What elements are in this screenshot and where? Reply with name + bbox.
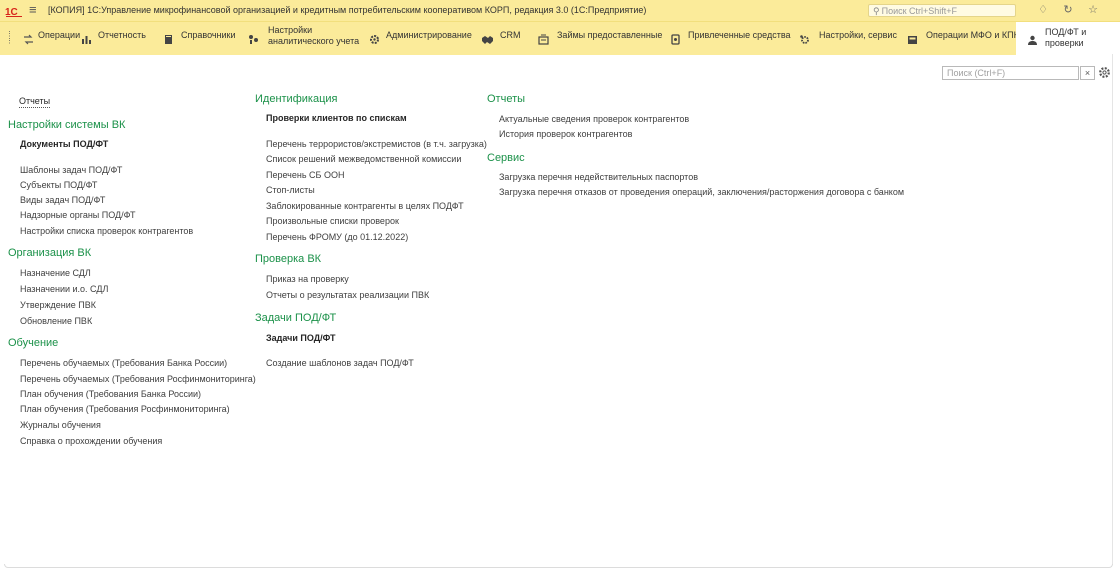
nav-item-stop-lists[interactable]: Стоп-листы: [266, 185, 315, 196]
favorites-star-icon[interactable]: ☆: [1086, 3, 1100, 17]
content-search-input[interactable]: [943, 67, 1077, 79]
nav-item-blocked-counterparties[interactable]: Заблокированные контрагенты в целях ПОДФ…: [266, 201, 464, 212]
section-administration[interactable]: Администрирование: [369, 22, 475, 55]
analytics-settings-icon: [249, 35, 258, 44]
nav-item-trainees-rosfin[interactable]: Перечень обучаемых (Требования Росфинмон…: [20, 374, 256, 385]
nav-item-podft-documents[interactable]: Документы ПОД/ФТ: [20, 139, 108, 150]
section-catalogs[interactable]: Справочники: [163, 22, 236, 55]
nav-item-invalid-passports-load[interactable]: Загрузка перечня недействительных паспор…: [499, 172, 698, 183]
global-search-input[interactable]: ⚲ Поиск Ctrl+Shift+F: [868, 4, 1016, 17]
section-label: ПОД/ФТ и проверки: [1045, 27, 1087, 48]
nav-item-sdl-appointment[interactable]: Назначение СДЛ: [20, 268, 91, 279]
loans-icon: [538, 34, 549, 45]
nav-item-task-types[interactable]: Виды задач ПОД/ФТ: [20, 195, 105, 206]
nav-item-acting-sdl-appointment[interactable]: Назначении и.о. СДЛ: [20, 284, 108, 295]
group-title-identification: Идентификация: [255, 93, 338, 105]
nav-item-custom-check-lists[interactable]: Произвольные списки проверок: [266, 216, 399, 227]
funds-icon: [671, 34, 680, 45]
nav-item-subjects[interactable]: Субъекты ПОД/ФТ: [20, 180, 97, 191]
content-search-field[interactable]: [942, 66, 1079, 80]
nav-item-fromu-list[interactable]: Перечень ФРОМУ (до 01.12.2022): [266, 232, 408, 243]
panel-collapse-handle[interactable]: ⋮ ⋮: [6, 31, 14, 45]
inspection-icon: [1028, 35, 1037, 45]
section-label: Операции МФО и КПК: [926, 30, 1019, 40]
nav-item-check-list-settings[interactable]: Настройки списка проверок контрагентов: [20, 226, 193, 237]
register-icon: [908, 36, 917, 44]
gear-icon: [370, 35, 379, 44]
handshake-icon: [482, 36, 493, 44]
menu-icon[interactable]: ≡: [29, 3, 37, 17]
clear-search-button[interactable]: ×: [1080, 66, 1095, 80]
section-label: Отчетность: [98, 30, 146, 40]
section-label: Займы предоставленные: [557, 30, 663, 40]
window-title: [КОПИЯ] 1С:Управление микрофинансовой ор…: [48, 5, 647, 15]
section-loans[interactable]: Займы предоставленные: [538, 22, 662, 55]
nav-item-refusals-load[interactable]: Загрузка перечня отказов от проведения о…: [499, 187, 904, 198]
section-label: Привлеченные средства: [688, 30, 791, 40]
section-label: Администрирование: [386, 30, 472, 40]
section-operations[interactable]: Операции: [23, 22, 80, 55]
section-label: Настройки, сервис: [819, 30, 897, 40]
nav-item-podft-tasks[interactable]: Задачи ПОД/ФТ: [266, 333, 336, 344]
section-crm[interactable]: CRM: [482, 22, 522, 55]
history-icon[interactable]: ↻: [1061, 3, 1075, 17]
group-title-reports: Отчеты: [487, 93, 526, 105]
section-label: Справочники: [181, 30, 236, 40]
nav-item-pvk-approval[interactable]: Утверждение ПВК: [20, 300, 96, 311]
nav-item-task-templates[interactable]: Шаблоны задач ПОД/ФТ: [20, 165, 122, 176]
nav-item-interagency-decisions[interactable]: Список решений межведомственной комиссии: [266, 154, 461, 165]
content-frame-bottom-border: [4, 564, 1113, 568]
reports-link[interactable]: Отчеты: [19, 96, 51, 108]
settings-gear-icon[interactable]: [1098, 66, 1111, 79]
book-icon: [165, 35, 172, 44]
section-podft-inspections[interactable]: ПОД/ФТ и проверки: [1016, 22, 1120, 55]
nav-item-plan-rosfin[interactable]: План обучения (Требования Росфинмонитори…: [20, 404, 230, 415]
nav-item-create-task-templates[interactable]: Создание шаблонов задач ПОД/ФТ: [266, 358, 414, 369]
nav-item-client-list-checks[interactable]: Проверки клиентов по спискам: [266, 113, 407, 124]
nav-item-trainees-bank[interactable]: Перечень обучаемых (Требования Банка Рос…: [20, 358, 227, 369]
group-title-vk-inspection: Проверка ВК: [255, 253, 322, 265]
nav-item-supervisory-bodies[interactable]: Надзорные органы ПОД/ФТ: [20, 210, 135, 221]
section-raised-funds[interactable]: Привлеченные средства: [670, 22, 791, 55]
1c-logo-icon[interactable]: 1C: [5, 5, 23, 17]
bar-chart-icon: [82, 36, 91, 44]
group-title-organization: Организация ВК: [8, 247, 92, 259]
section-reporting[interactable]: Отчетность: [81, 22, 147, 55]
global-search-placeholder: Поиск Ctrl+Shift+F: [881, 6, 958, 16]
search-icon: ⚲: [873, 6, 880, 16]
section-mfo-operations[interactable]: Операции МФО и КПК: [907, 22, 1019, 55]
nav-item-un-sc-list[interactable]: Перечень СБ ООН: [266, 170, 344, 181]
nav-item-pvk-update[interactable]: Обновление ПВК: [20, 316, 92, 327]
group-title-training: Обучение: [8, 337, 59, 349]
nav-item-pvk-reports[interactable]: Отчеты о результатах реализации ПВК: [266, 290, 429, 301]
nav-item-inspection-order[interactable]: Приказ на проверку: [266, 274, 349, 285]
section-analytics-settings[interactable]: Настройки аналитического учета: [248, 22, 359, 55]
section-service-settings[interactable]: Настройки, сервис: [799, 22, 897, 55]
sections-panel: ⋮ ⋮ Операции Отчетность Справочники Настр…: [0, 21, 1120, 55]
group-title-podft-tasks: Задачи ПОД/ФТ: [255, 312, 337, 324]
nav-item-plan-bank[interactable]: План обучения (Требования Банка России): [20, 389, 201, 400]
bell-icon[interactable]: ♢: [1036, 3, 1050, 17]
service-settings-icon: [800, 35, 809, 44]
title-bar: 1C ≡ [КОПИЯ] 1С:Управление микрофинансов…: [0, 0, 1120, 21]
svg-text:1C: 1C: [5, 7, 18, 17]
nav-item-training-journals[interactable]: Журналы обучения: [20, 420, 101, 431]
operations-icon: [24, 34, 33, 45]
nav-item-current-counterparty-checks[interactable]: Актуальные сведения проверок контрагенто…: [499, 114, 689, 125]
nav-item-training-certificate[interactable]: Справка о прохождении обучения: [20, 436, 162, 447]
nav-item-terrorists-list[interactable]: Перечень террористов/экстремистов (в т.ч…: [266, 139, 487, 150]
nav-item-counterparty-check-history[interactable]: История проверок контрагентов: [499, 129, 632, 140]
group-title-service: Сервис: [487, 152, 525, 164]
group-title-system-settings: Настройки системы ВК: [8, 119, 126, 131]
content-frame-right-border: [1112, 54, 1113, 565]
section-label: Настройки аналитического учета: [268, 25, 360, 46]
title-actions: ♢ ↻ ☆: [1036, 3, 1111, 17]
section-label: CRM: [500, 30, 521, 40]
section-label: Операции: [38, 30, 81, 40]
